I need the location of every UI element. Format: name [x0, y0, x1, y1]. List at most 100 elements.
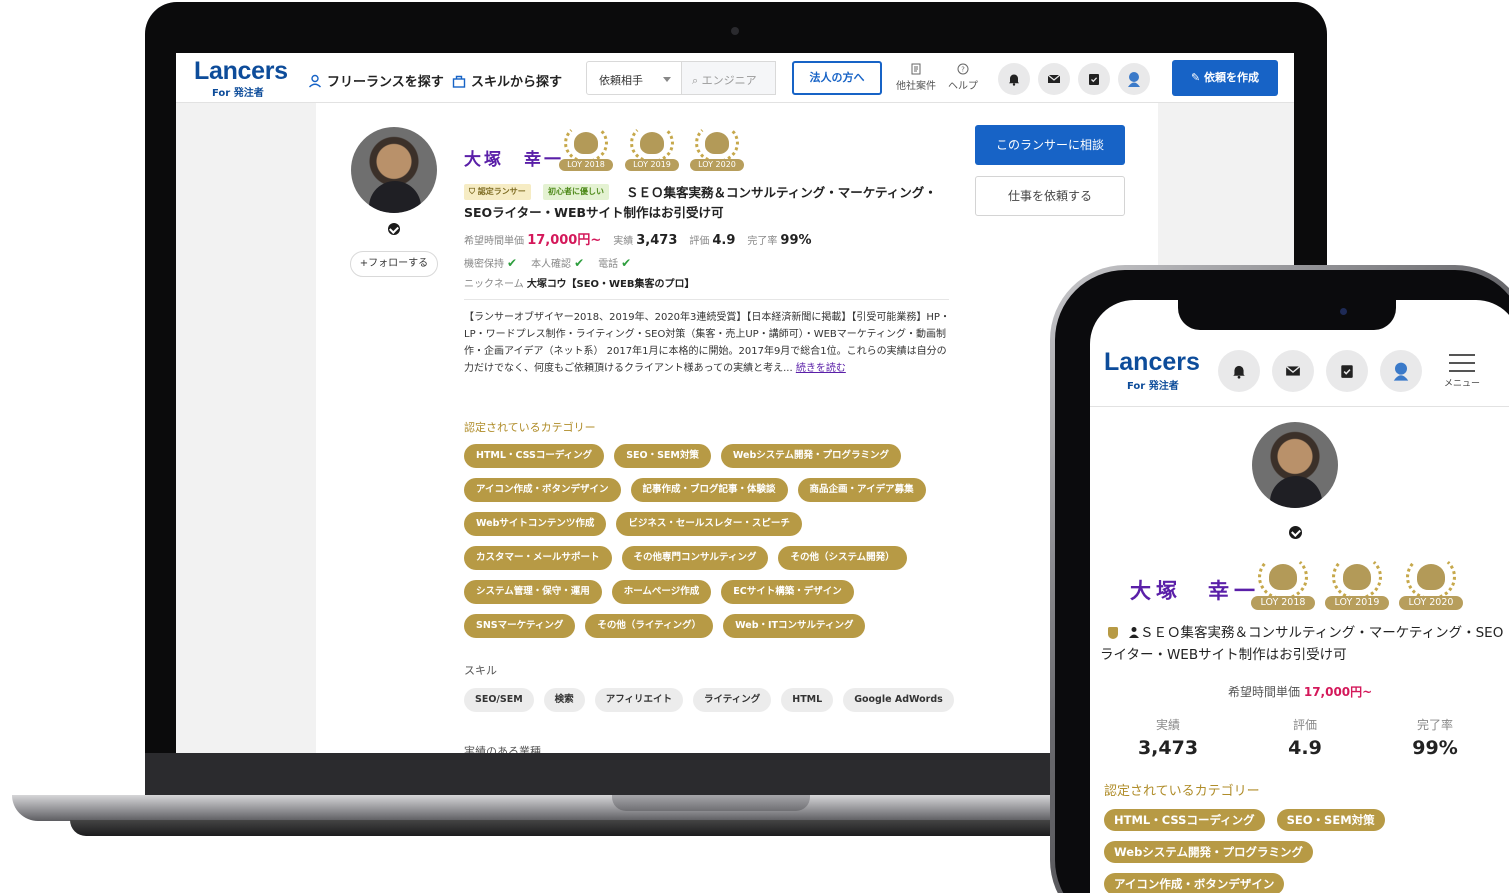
- user-mascot-icon: [1393, 362, 1409, 381]
- award-badge-2019: LOY 2019: [1324, 554, 1390, 614]
- category-chip[interactable]: Webシステム開発・プログラミング: [1104, 841, 1313, 863]
- profile-stats: 希望時間単価 17,000円~ 実績 3,473 評価 4.9 完了率 99%: [464, 229, 812, 248]
- category-chip[interactable]: ECサイト構築・デザイン: [721, 580, 854, 604]
- rate-value: 17,000円~: [527, 233, 602, 248]
- user-avatar-button[interactable]: [1380, 350, 1422, 392]
- messages-button[interactable]: [1272, 350, 1314, 392]
- category-chip[interactable]: ビジネス・セールスレター・スピーチ: [616, 512, 802, 536]
- request-work-button[interactable]: 仕事を依頼する: [975, 176, 1125, 216]
- verify-confidential: 機密保持 ✔: [464, 255, 517, 270]
- award-badge-2019: LOY 2019: [624, 123, 680, 173]
- consult-button[interactable]: このランサーに相談: [975, 125, 1125, 165]
- menu-button[interactable]: メニュー: [1440, 354, 1484, 389]
- verify-identity: 本人確認 ✔: [531, 255, 584, 270]
- category-chip[interactable]: その他（ライティング）: [585, 614, 714, 638]
- lancers-logo[interactable]: Lancers: [1104, 348, 1200, 377]
- help-link[interactable]: ? ヘルプ: [948, 63, 978, 92]
- verification-row: 機密保持 ✔ 本人確認 ✔ 電話 ✔: [464, 255, 631, 270]
- laptop-opening-notch: [612, 795, 810, 811]
- category-chip[interactable]: システム管理・保守・運用: [464, 580, 602, 604]
- read-more-link[interactable]: 続きを読む: [796, 363, 846, 374]
- skill-chip[interactable]: 検索: [543, 688, 585, 712]
- award-label: LOY 2018: [559, 159, 613, 171]
- notification-button[interactable]: [998, 63, 1030, 95]
- user-avatar-button[interactable]: [1118, 63, 1150, 95]
- award-badge-2018: LOY 2018: [558, 123, 614, 173]
- achievements-stat: 実績 3,473: [1118, 716, 1218, 759]
- check-icon: ✔: [507, 256, 518, 270]
- category-chip[interactable]: その他専門コンサルティング: [621, 546, 769, 570]
- rate-stat: 希望時間単価 17,000円~: [464, 229, 601, 248]
- profile-avatar: [1252, 422, 1338, 508]
- award-badge-2020: LOY 2020: [1398, 554, 1464, 614]
- profile-bio: 【ランサーオブザイヤー2018、2019年、2020年3連続受賞】【日本経済新聞…: [464, 309, 950, 377]
- corporate-button[interactable]: 法人の方へ: [792, 61, 882, 95]
- category-chip[interactable]: アイコン作成・ボタンデザイン: [1104, 873, 1285, 893]
- messages-button[interactable]: [1038, 63, 1070, 95]
- certified-badge: ⛉ 認定ランサー: [464, 184, 531, 200]
- skill-chip[interactable]: ライティング: [693, 688, 772, 712]
- category-chip[interactable]: Webシステム開発・プログラミング: [720, 444, 901, 468]
- create-request-button[interactable]: ✎ 依頼を作成: [1172, 60, 1278, 96]
- laptop-camera: [731, 27, 739, 35]
- skill-chip-list: SEO/SEM 検索 アフィリエイト ライティング HTML Google AdWords: [464, 688, 964, 722]
- award-label: LOY 2020: [690, 159, 744, 171]
- skill-chip[interactable]: Google AdWords: [843, 688, 954, 712]
- category-chip[interactable]: SNSマーケティング: [464, 614, 576, 638]
- skill-chip[interactable]: アフィリエイト: [594, 688, 683, 712]
- rate-label: 希望時間単価: [1228, 685, 1301, 699]
- logo-subtitle: For 発注者: [212, 88, 264, 99]
- category-chip[interactable]: HTML・CSSコーディング: [1104, 809, 1265, 831]
- award-figure-icon: [574, 132, 598, 154]
- bell-icon: [1233, 365, 1245, 379]
- category-chip[interactable]: 商品企画・アイデア募集: [797, 478, 926, 502]
- rate-label: 希望時間単価: [464, 236, 524, 247]
- chevron-down-icon: [663, 77, 671, 82]
- award-figure-icon: [1417, 564, 1445, 590]
- category-chip[interactable]: その他（システム開発）: [778, 546, 907, 570]
- category-chip[interactable]: Webサイトコンテンツ作成: [464, 512, 607, 536]
- target-select[interactable]: 依頼相手: [586, 61, 682, 95]
- notification-button[interactable]: [1218, 350, 1260, 392]
- category-chip[interactable]: SEO・SEM対策: [1276, 809, 1385, 831]
- profile-tagline: ＳＥＯ集客実務＆コンサルティング・マーケティング・SEOライター・WEBサイト制…: [464, 185, 937, 220]
- rating-stat: 評価 4.9: [1255, 716, 1355, 759]
- tasks-button[interactable]: [1078, 63, 1110, 95]
- search-input[interactable]: ⌕ エンジニア: [682, 61, 776, 95]
- bio-text: 【ランサーオブザイヤー2018、2019年、2020年3連続受賞】【日本経済新聞…: [464, 312, 950, 374]
- chip-row: SNSマーケティング その他（ライティング） Web・ITコンサルティング: [464, 614, 964, 638]
- freelancer-name: 大塚 幸一: [1130, 579, 1260, 603]
- industries-title: 実績のある業種: [464, 745, 541, 753]
- skills-title: スキル: [464, 664, 497, 677]
- chip-row: Webサイトコンテンツ作成 ビジネス・セールスレター・スピーチ: [464, 512, 964, 536]
- category-chip[interactable]: アイコン作成・ボタンデザイン: [464, 478, 621, 502]
- skill-chip[interactable]: SEO/SEM: [464, 688, 534, 712]
- category-chip[interactable]: HTML・CSSコーディング: [464, 444, 605, 468]
- category-chip[interactable]: 記事作成・ブログ記事・体験談: [630, 478, 788, 502]
- help-label: ヘルプ: [948, 81, 978, 92]
- other-projects-label: 他社案件: [896, 81, 936, 92]
- clipboard-icon: [1341, 365, 1353, 378]
- skill-chip[interactable]: HTML: [781, 688, 834, 712]
- verify-phone: 電話 ✔: [598, 255, 631, 270]
- category-chip[interactable]: SEO・SEM対策: [614, 444, 711, 468]
- verify-phone-label: 電話: [598, 259, 619, 270]
- category-chip[interactable]: Web・ITコンサルティング: [723, 614, 866, 638]
- nav-skill-search[interactable]: スキルから探す: [452, 71, 562, 90]
- create-request-label: 依頼を作成: [1204, 71, 1260, 84]
- phone-camera: [1340, 308, 1347, 315]
- tasks-button[interactable]: [1326, 350, 1368, 392]
- categories-title: 認定されているカテゴリー: [1104, 784, 1260, 799]
- category-chip[interactable]: ホームページ作成: [611, 580, 712, 604]
- award-figure-icon: [1269, 564, 1297, 590]
- document-icon: [911, 63, 921, 75]
- nav-find-freelancers[interactable]: フリーランスを探す: [308, 71, 444, 90]
- category-chip[interactable]: カスタマー・メールサポート: [464, 546, 612, 570]
- logo-subtitle: For 発注者: [1127, 381, 1179, 392]
- award-figure-icon: [705, 132, 729, 154]
- mail-icon: [1285, 365, 1301, 376]
- lancers-logo[interactable]: Lancers: [194, 57, 288, 86]
- follow-button[interactable]: +フォローする: [350, 251, 438, 277]
- other-projects-link[interactable]: 他社案件: [896, 63, 936, 92]
- verify-confidential-label: 機密保持: [464, 259, 504, 270]
